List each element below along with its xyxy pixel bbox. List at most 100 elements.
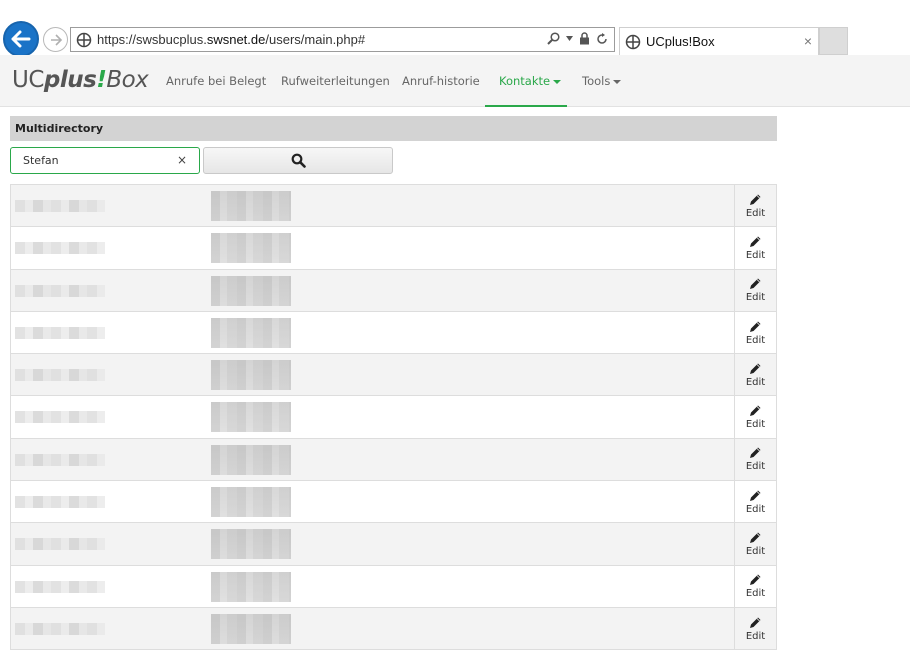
table-row: Edit: [10, 607, 777, 650]
pencil-icon: [750, 321, 761, 332]
redacted-number: [211, 571, 291, 602]
redacted-number: [211, 191, 291, 221]
redacted-name: [15, 284, 105, 297]
table-row: Edit: [10, 354, 777, 397]
edit-label: Edit: [745, 588, 766, 600]
brand-logo[interactable]: UCplus!Box: [12, 67, 149, 93]
dropdown-arrow-icon[interactable]: [566, 36, 573, 41]
new-tab-button[interactable]: [819, 27, 848, 55]
tab-close-button[interactable]: ×: [804, 33, 812, 49]
edit-label: Edit: [745, 461, 766, 473]
redacted-number: [211, 360, 291, 391]
clear-search-button[interactable]: ×: [177, 153, 187, 167]
redacted-name: [15, 369, 105, 382]
forward-button[interactable]: [43, 27, 68, 52]
edit-label: Edit: [745, 292, 766, 304]
nav-kontakte[interactable]: Kontakte: [485, 55, 567, 107]
edit-label: Edit: [745, 249, 766, 261]
pencil-icon: [750, 363, 761, 374]
pencil-icon: [750, 574, 761, 586]
table-row: Edit: [10, 523, 777, 566]
search-field[interactable]: ×: [10, 147, 200, 174]
magnifier-icon: [291, 153, 306, 168]
redacted-number: [211, 529, 291, 560]
nav-kontakte-label: Kontakte: [499, 74, 551, 88]
pencil-icon: [750, 405, 761, 417]
contacts-table: Edit Edit Edit Edit Edit Edit Edit Edit Edit Edit…: [10, 184, 777, 650]
lock-icon[interactable]: [579, 32, 590, 45]
redacted-number: [211, 402, 291, 433]
table-row: Edit: [10, 227, 777, 270]
redacted-number: [211, 317, 291, 348]
nav-anruf-historie[interactable]: Anruf-historie: [402, 55, 480, 107]
edit-button[interactable]: Edit: [734, 396, 776, 438]
redacted-number: [211, 613, 291, 644]
edit-button[interactable]: Edit: [734, 607, 776, 650]
globe-icon: [76, 32, 92, 47]
redacted-number: [211, 444, 291, 475]
panel-heading: Multidirectory: [10, 116, 777, 141]
edit-label: Edit: [745, 334, 766, 346]
edit-label: Edit: [745, 207, 766, 219]
arrow-right-icon: [50, 33, 62, 46]
edit-button[interactable]: Edit: [734, 523, 776, 565]
browser-chrome: https://swsbucplus.swsnet.de/users/main.…: [0, 0, 910, 57]
table-row: Edit: [10, 185, 777, 228]
pencil-icon: [750, 194, 761, 205]
caret-down-icon: [613, 79, 622, 84]
redacted-number: [211, 233, 291, 264]
pencil-icon: [750, 236, 761, 247]
edit-button[interactable]: Edit: [734, 227, 776, 269]
nav-tools[interactable]: Tools: [582, 55, 622, 107]
redacted-name: [15, 453, 105, 466]
table-row: Edit: [10, 311, 777, 355]
edit-label: Edit: [745, 546, 766, 558]
pencil-icon: [750, 490, 761, 501]
edit-label: Edit: [745, 419, 766, 431]
tab-title: UCplus!Box: [646, 34, 715, 49]
nav-rufweiterleitungen[interactable]: Rufweiterleitungen: [281, 55, 390, 107]
refresh-icon[interactable]: [596, 32, 608, 45]
nav-anrufe-bei-belegt[interactable]: Anrufe bei Belegt: [166, 55, 266, 107]
search-input[interactable]: [11, 148, 171, 173]
url-text[interactable]: https://swsbucplus.swsnet.de/users/main.…: [97, 32, 365, 47]
redacted-name: [15, 580, 105, 593]
redacted-name: [15, 200, 105, 212]
redacted-name: [15, 242, 105, 255]
edit-button[interactable]: Edit: [734, 354, 776, 396]
redacted-name: [15, 411, 105, 424]
pencil-icon: [750, 278, 761, 290]
table-row: Edit: [10, 438, 777, 482]
globe-icon: [625, 34, 641, 49]
pencil-icon: [750, 447, 761, 459]
pencil-icon: [750, 617, 761, 628]
table-row: Edit: [10, 565, 777, 608]
table-row: Edit: [10, 269, 777, 312]
redacted-name: [15, 326, 105, 339]
redacted-name: [15, 622, 105, 635]
redacted-name: [15, 496, 105, 509]
redacted-number: [211, 275, 291, 306]
edit-button[interactable]: Edit: [734, 481, 776, 523]
edit-button[interactable]: Edit: [734, 269, 776, 311]
edit-button[interactable]: Edit: [734, 565, 776, 607]
nav-tools-label: Tools: [582, 74, 611, 88]
edit-button[interactable]: Edit: [734, 438, 776, 481]
redacted-number: [211, 487, 291, 518]
edit-button[interactable]: Edit: [734, 185, 776, 227]
caret-down-icon: [553, 79, 562, 84]
pencil-icon: [750, 532, 761, 544]
redacted-name: [15, 538, 105, 551]
search-button[interactable]: [203, 147, 393, 174]
browser-tab[interactable]: UCplus!Box ×: [619, 27, 819, 55]
back-button[interactable]: [3, 21, 39, 57]
table-row: Edit: [10, 481, 777, 524]
edit-button[interactable]: Edit: [734, 311, 776, 354]
search-icon[interactable]: [547, 32, 560, 45]
edit-label: Edit: [745, 376, 766, 388]
app-navbar: UCplus!Box Anrufe bei Belegt Rufweiterle…: [0, 55, 910, 107]
table-row: Edit: [10, 396, 777, 439]
edit-label: Edit: [745, 630, 766, 642]
address-bar[interactable]: https://swsbucplus.swsnet.de/users/main.…: [70, 27, 615, 52]
edit-label: Edit: [745, 503, 766, 515]
